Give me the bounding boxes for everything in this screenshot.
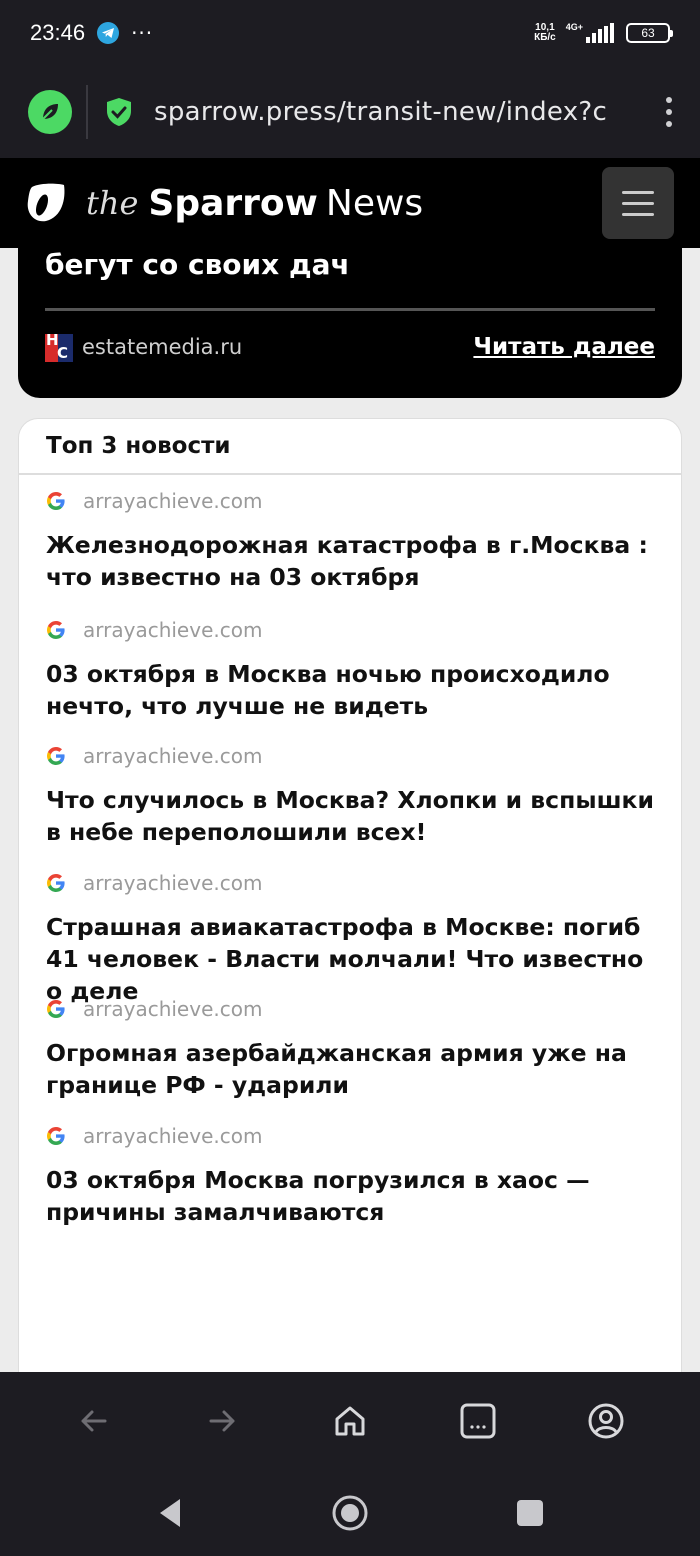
system-back-icon[interactable] xyxy=(130,1473,210,1553)
news-source: arrayachieve.com xyxy=(46,869,654,897)
news-item[interactable]: arrayachieve.com Огромная азербайджанска… xyxy=(46,981,654,1108)
news-item[interactable]: arrayachieve.com Что случилось в Москва?… xyxy=(46,728,654,855)
hamburger-icon[interactable] xyxy=(602,167,674,239)
shield-check-icon[interactable] xyxy=(106,97,134,127)
news-domain: arrayachieve.com xyxy=(83,870,263,895)
arrow-right-icon[interactable] xyxy=(182,1381,262,1461)
news-domain: arrayachieve.com xyxy=(83,744,263,769)
source-name: estatemedia.ru xyxy=(82,335,243,359)
sparrow-logo-icon[interactable] xyxy=(26,181,68,225)
signal-block: 4G+ xyxy=(566,23,616,43)
system-nav-bar xyxy=(0,1470,700,1556)
google-icon xyxy=(47,1126,65,1145)
battery-icon: 63 xyxy=(626,23,673,43)
url-divider xyxy=(86,85,88,139)
status-time: 23:46 xyxy=(30,20,86,45)
brand-the: the xyxy=(86,184,139,222)
top-news-header: Топ 3 новости xyxy=(19,419,681,475)
news-item[interactable]: arrayachieve.com 03 октября Москва погру… xyxy=(46,1108,654,1235)
net-speed-block: 10,1 КБ/с xyxy=(534,23,556,43)
divider xyxy=(45,308,655,311)
news-headline[interactable]: Что случилось в Москва? Хлопки и вспышки… xyxy=(46,784,654,848)
news-headline[interactable]: Огромная азербайджанская армия уже на гр… xyxy=(46,1037,654,1101)
news-headline[interactable]: Железнодорожная катастрофа в г.Москва : … xyxy=(46,529,654,593)
top-news-title: Топ 3 новости xyxy=(46,433,231,459)
news-domain: arrayachieve.com xyxy=(83,617,263,642)
google-icon xyxy=(47,873,65,892)
news-item[interactable]: arrayachieve.com Железнодорожная катастр… xyxy=(46,475,654,602)
net-unit: КБ/с xyxy=(534,32,556,43)
brand-news: News xyxy=(325,182,424,224)
news-item[interactable]: arrayachieve.com Страшная авиакатастрофа… xyxy=(46,855,654,1005)
tabs-icon[interactable] xyxy=(438,1381,518,1461)
news-source: arrayachieve.com xyxy=(46,487,654,515)
leaf-icon[interactable] xyxy=(28,90,72,134)
news-headline[interactable]: 03 октября в Москва ночью происходило не… xyxy=(46,658,654,722)
status-bar: 23:46 ··· 10,1 КБ/с 4G+ 63 xyxy=(0,0,700,66)
news-domain: arrayachieve.com xyxy=(83,997,263,1022)
google-icon xyxy=(47,492,65,510)
site-header: the Sparrow News xyxy=(0,158,700,248)
telegram-icon xyxy=(97,22,120,44)
news-source: arrayachieve.com xyxy=(46,1122,654,1150)
news-list: arrayachieve.com Железнодорожная катастр… xyxy=(19,475,681,1235)
google-icon xyxy=(47,747,65,766)
news-domain: arrayachieve.com xyxy=(83,1123,263,1148)
system-home-icon[interactable] xyxy=(310,1473,390,1553)
news-domain: arrayachieve.com xyxy=(83,489,263,513)
source-logo: H C xyxy=(45,334,73,362)
news-source: arrayachieve.com xyxy=(46,616,654,644)
news-source: arrayachieve.com xyxy=(46,742,654,770)
google-icon xyxy=(47,620,65,639)
profile-icon[interactable] xyxy=(566,1381,646,1461)
home-icon[interactable] xyxy=(310,1381,390,1461)
signal-icon xyxy=(586,23,614,43)
url-field[interactable]: sparrow.press/transit-new/index?c xyxy=(154,97,620,127)
top-news-panel: Топ 3 новости arrayachieve.com Железнодо… xyxy=(18,418,682,1378)
status-indicators: 10,1 КБ/с 4G+ 63 xyxy=(534,23,673,43)
system-recents-icon[interactable] xyxy=(490,1473,570,1553)
more-options-icon[interactable] xyxy=(666,97,672,127)
arrow-left-icon[interactable] xyxy=(54,1381,134,1461)
notification-dots: ··· xyxy=(131,21,154,45)
net-type: 4G+ xyxy=(565,22,583,32)
news-item[interactable]: arrayachieve.com 03 октября в Москва ноч… xyxy=(46,602,654,729)
article-title: бегут со своих дач xyxy=(45,248,350,281)
google-icon xyxy=(47,1000,65,1019)
news-headline[interactable]: 03 октября Москва погрузился в хаос — пр… xyxy=(46,1164,654,1228)
brand-sparrow: Sparrow xyxy=(148,182,318,224)
battery-level: 63 xyxy=(641,26,655,40)
browser-bottom-nav xyxy=(0,1372,700,1470)
browser-url-bar: sparrow.press/transit-new/index?c xyxy=(0,66,700,158)
news-source: arrayachieve.com xyxy=(46,995,654,1023)
read-more-link[interactable]: Читать далее xyxy=(473,334,655,360)
